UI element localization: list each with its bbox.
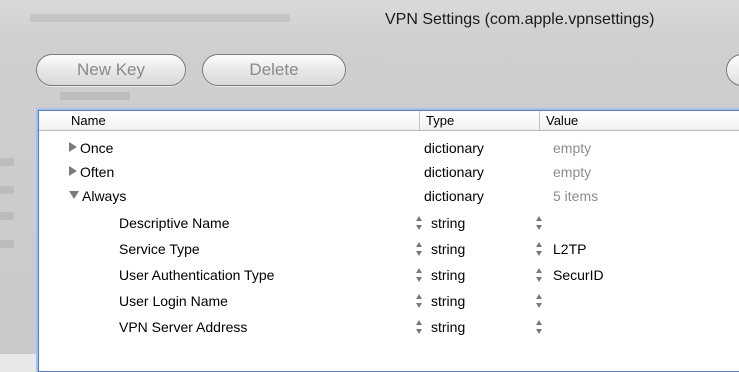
title-bar[interactable]: VPN Settings (com.apple.vpnsettings) <box>0 0 739 44</box>
row-name: Often <box>69 164 114 180</box>
ghost-text <box>0 212 14 220</box>
row-name: Always <box>69 188 126 204</box>
table-row[interactable]: User Login Name string <box>39 290 739 312</box>
row-type: dictionary <box>424 188 484 204</box>
value-stepper-icon[interactable] <box>536 268 543 282</box>
key-name: VPN Server Address <box>119 319 248 335</box>
row-type: string <box>431 319 466 335</box>
value-stepper-icon[interactable] <box>536 294 543 308</box>
ghost-text <box>60 92 130 100</box>
row-type: string <box>431 267 466 283</box>
row-type: string <box>431 241 466 257</box>
column-header-row: Name Type Value <box>39 111 739 131</box>
column-header-type[interactable]: Type <box>420 113 454 129</box>
delete-button[interactable]: Delete <box>202 54 346 86</box>
window-title: VPN Settings (com.apple.vpnsettings) <box>385 11 655 28</box>
type-stepper-icon[interactable] <box>416 320 423 334</box>
row-type: dictionary <box>424 140 484 156</box>
type-stepper-icon[interactable] <box>416 242 423 256</box>
row-type: string <box>431 293 466 309</box>
row-value: empty <box>553 140 592 156</box>
disclosure-expanded-icon[interactable] <box>69 191 79 199</box>
table-row[interactable]: Descriptive Name string <box>39 212 739 234</box>
value-stepper-icon[interactable] <box>536 320 543 334</box>
key-name: Always <box>82 188 127 204</box>
table-row[interactable]: VPN Server Address string <box>39 316 739 338</box>
key-name: Service Type <box>119 241 200 257</box>
ghost-text <box>0 240 14 248</box>
disclosure-collapsed-icon[interactable] <box>69 142 77 152</box>
row-name: Once <box>69 140 113 156</box>
app-window: VPN Settings (com.apple.vpnsettings) New… <box>0 0 739 372</box>
table-row[interactable]: Service Type string L2TP <box>39 238 739 260</box>
row-value: 5 items <box>553 188 599 204</box>
disclosure-collapsed-icon[interactable] <box>69 166 77 176</box>
ghost-text <box>0 158 14 166</box>
type-stepper-icon[interactable] <box>416 294 423 308</box>
table-row[interactable]: Always dictionary 5 items <box>39 185 739 207</box>
row-type: string <box>431 215 466 231</box>
column-header-value[interactable]: Value <box>540 113 578 129</box>
row-type: dictionary <box>424 164 484 180</box>
type-stepper-icon[interactable] <box>416 268 423 282</box>
key-name: Descriptive Name <box>119 215 230 231</box>
key-name: User Authentication Type <box>119 267 275 283</box>
plist-outline-view[interactable]: Name Type Value Once dictionary empty Of… <box>38 110 739 372</box>
key-name: Often <box>80 164 115 180</box>
table-row[interactable]: User Authentication Type string SecurID <box>39 264 739 286</box>
row-value[interactable]: SecurID <box>553 267 604 283</box>
table-row[interactable]: Often dictionary empty <box>39 161 739 183</box>
key-name: Once <box>80 140 114 156</box>
key-name: User Login Name <box>119 293 228 309</box>
table-row[interactable]: Once dictionary empty <box>39 137 739 159</box>
new-key-button[interactable]: New Key <box>36 54 186 86</box>
row-value: empty <box>553 164 592 180</box>
column-header-name[interactable]: Name <box>65 113 106 129</box>
value-stepper-icon[interactable] <box>536 242 543 256</box>
type-stepper-icon[interactable] <box>416 216 423 230</box>
value-stepper-icon[interactable] <box>536 216 543 230</box>
toolbar-button-cutoff[interactable] <box>726 54 739 86</box>
ghost-text <box>0 186 14 194</box>
row-value[interactable]: L2TP <box>553 241 586 257</box>
